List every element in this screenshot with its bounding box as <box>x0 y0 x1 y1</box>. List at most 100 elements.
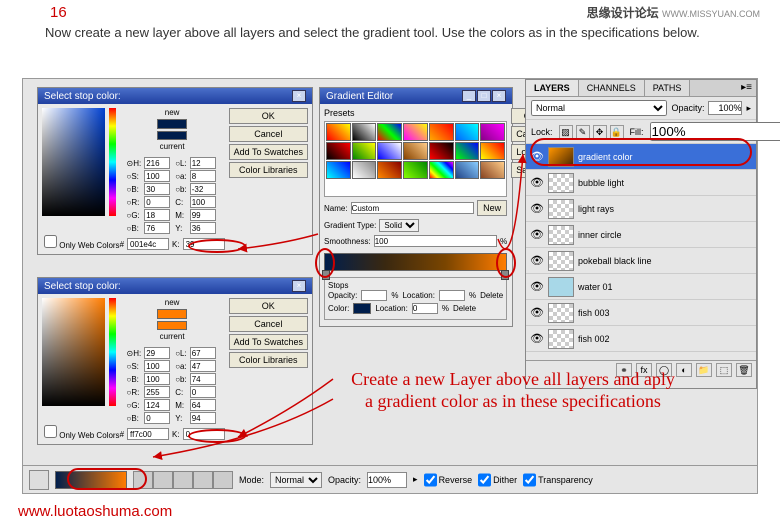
lock-transparency-icon[interactable]: ▨ <box>559 125 573 139</box>
a-input[interactable] <box>190 170 216 182</box>
close-icon[interactable]: × <box>292 90 306 102</box>
add-swatches-button[interactable]: Add To Swatches <box>229 334 308 350</box>
layer-thumbnail <box>548 173 574 193</box>
smoothness-input[interactable] <box>374 235 497 247</box>
close-icon[interactable]: × <box>492 90 506 102</box>
layer-row[interactable]: 👁 pokeball black line <box>526 248 756 274</box>
presets-grid[interactable] <box>324 121 507 197</box>
minimize-icon[interactable]: _ <box>462 90 476 102</box>
layer-name: light rays <box>578 204 614 214</box>
panel-menu-icon[interactable]: ▸≡ <box>737 80 756 96</box>
layer-row[interactable]: 👁fish 002 <box>526 326 756 352</box>
b3-input[interactable] <box>144 222 170 234</box>
web-colors-checkbox[interactable]: Only Web Colors <box>44 235 120 250</box>
ok-button[interactable]: OK <box>229 108 308 124</box>
lock-all-icon[interactable]: 🔒 <box>610 125 624 139</box>
layer-thumbnail <box>548 199 574 219</box>
b-input[interactable] <box>144 183 170 195</box>
maximize-icon[interactable]: □ <box>477 90 491 102</box>
layer-name: pokeball black line <box>578 256 652 266</box>
layer-row[interactable]: 👁gradient color <box>526 144 756 170</box>
r-input[interactable] <box>144 196 170 208</box>
layer-thumbnail <box>548 251 574 271</box>
gradient-preview[interactable] <box>55 471 127 489</box>
g-input[interactable] <box>144 209 170 221</box>
hex-input[interactable] <box>127 428 169 440</box>
link-icon[interactable]: ⚭ <box>616 363 632 377</box>
reverse-checkbox[interactable]: Reverse <box>424 472 473 488</box>
b2-input[interactable] <box>190 183 216 195</box>
gradient-titlebar: Gradient Editor _□× <box>320 88 512 104</box>
gradient-name-input[interactable] <box>351 202 475 214</box>
y-input[interactable] <box>190 222 216 234</box>
layer-name: fish 003 <box>578 308 610 318</box>
tab-layers[interactable]: LAYERS <box>526 80 579 96</box>
gradient-type-select[interactable]: Solid <box>379 219 419 232</box>
layer-row[interactable]: 👁 light rays <box>526 196 756 222</box>
tab-channels[interactable]: CHANNELS <box>579 80 645 96</box>
color-field[interactable] <box>42 298 105 406</box>
s-input[interactable] <box>144 170 170 182</box>
hue-slider[interactable] <box>109 298 116 406</box>
visibility-icon[interactable]: 👁 <box>530 202 544 216</box>
visibility-icon[interactable]: 👁 <box>530 176 544 190</box>
tab-paths[interactable]: PATHS <box>645 80 691 96</box>
ok-button[interactable]: OK <box>229 298 308 314</box>
l-input[interactable] <box>190 157 216 169</box>
stop-color-chip[interactable] <box>353 303 371 314</box>
trash-icon[interactable]: 🗑 <box>736 363 752 377</box>
lock-pixels-icon[interactable]: ✎ <box>576 125 590 139</box>
layer-row[interactable]: 👁 fish 003 <box>526 300 756 326</box>
hex-input[interactable] <box>127 238 169 250</box>
color-picker-1: Select stop color: × new current ⊙H: ○L:… <box>37 87 313 255</box>
gradient-type-buttons[interactable] <box>133 471 233 489</box>
layer-thumbnail <box>548 147 574 167</box>
fill-input[interactable] <box>650 122 780 141</box>
mask-icon[interactable]: ◯ <box>656 363 672 377</box>
layer-row[interactable]: 👁 water 01 <box>526 274 756 300</box>
layer-thumbnail <box>548 303 574 323</box>
web-colors-checkbox[interactable]: Only Web Colors <box>44 425 120 440</box>
c-input[interactable] <box>190 196 216 208</box>
visibility-icon[interactable]: 👁 <box>530 150 544 164</box>
fx-icon[interactable]: fx <box>636 363 652 377</box>
add-swatches-button[interactable]: Add To Swatches <box>229 144 308 160</box>
lock-position-icon[interactable]: ✥ <box>593 125 607 139</box>
visibility-icon[interactable]: 👁 <box>530 254 544 268</box>
transparency-checkbox[interactable]: Transparency <box>523 472 593 488</box>
color-libraries-button[interactable]: Color Libraries <box>229 162 308 178</box>
layer-row[interactable]: 👁inner circle <box>526 222 756 248</box>
close-icon[interactable]: × <box>292 280 306 292</box>
opacity-input[interactable] <box>708 101 742 115</box>
gradient-editor: Gradient Editor _□× Presets Name:New Gra… <box>319 87 513 327</box>
gradient-tool-icon[interactable] <box>29 470 49 490</box>
location-input[interactable] <box>412 303 438 314</box>
gradient-bar[interactable] <box>324 253 507 271</box>
new-button[interactable]: New <box>477 200 507 216</box>
layer-row[interactable]: 👁bubble light <box>526 170 756 196</box>
hue-slider[interactable] <box>109 108 116 216</box>
blend-mode-select[interactable]: Normal <box>531 100 667 116</box>
watermark-bottom: www.luotaoshuma.com <box>18 503 172 520</box>
cancel-button[interactable]: Cancel <box>229 316 308 332</box>
color-libraries-button[interactable]: Color Libraries <box>229 352 308 368</box>
step-number: 16 <box>50 4 67 21</box>
gradient-stop-left[interactable] <box>322 270 330 280</box>
opacity-input[interactable] <box>367 472 407 488</box>
new-layer-icon[interactable]: ⬚ <box>716 363 732 377</box>
blend-mode-select[interactable]: Normal <box>270 472 322 488</box>
folder-icon[interactable]: 📁 <box>696 363 712 377</box>
visibility-icon[interactable]: 👁 <box>530 228 544 242</box>
cancel-button[interactable]: Cancel <box>229 126 308 142</box>
h-input[interactable] <box>144 157 170 169</box>
gradient-stop-right[interactable] <box>501 270 509 280</box>
visibility-icon[interactable]: 👁 <box>530 332 544 346</box>
visibility-icon[interactable]: 👁 <box>530 280 544 294</box>
adjustment-icon[interactable]: ◐ <box>676 363 692 377</box>
layer-name: water 01 <box>578 282 613 292</box>
m-input[interactable] <box>190 209 216 221</box>
dither-checkbox[interactable]: Dither <box>478 472 517 488</box>
visibility-icon[interactable]: 👁 <box>530 306 544 320</box>
layer-thumbnail <box>548 225 574 245</box>
color-field[interactable] <box>42 108 105 216</box>
